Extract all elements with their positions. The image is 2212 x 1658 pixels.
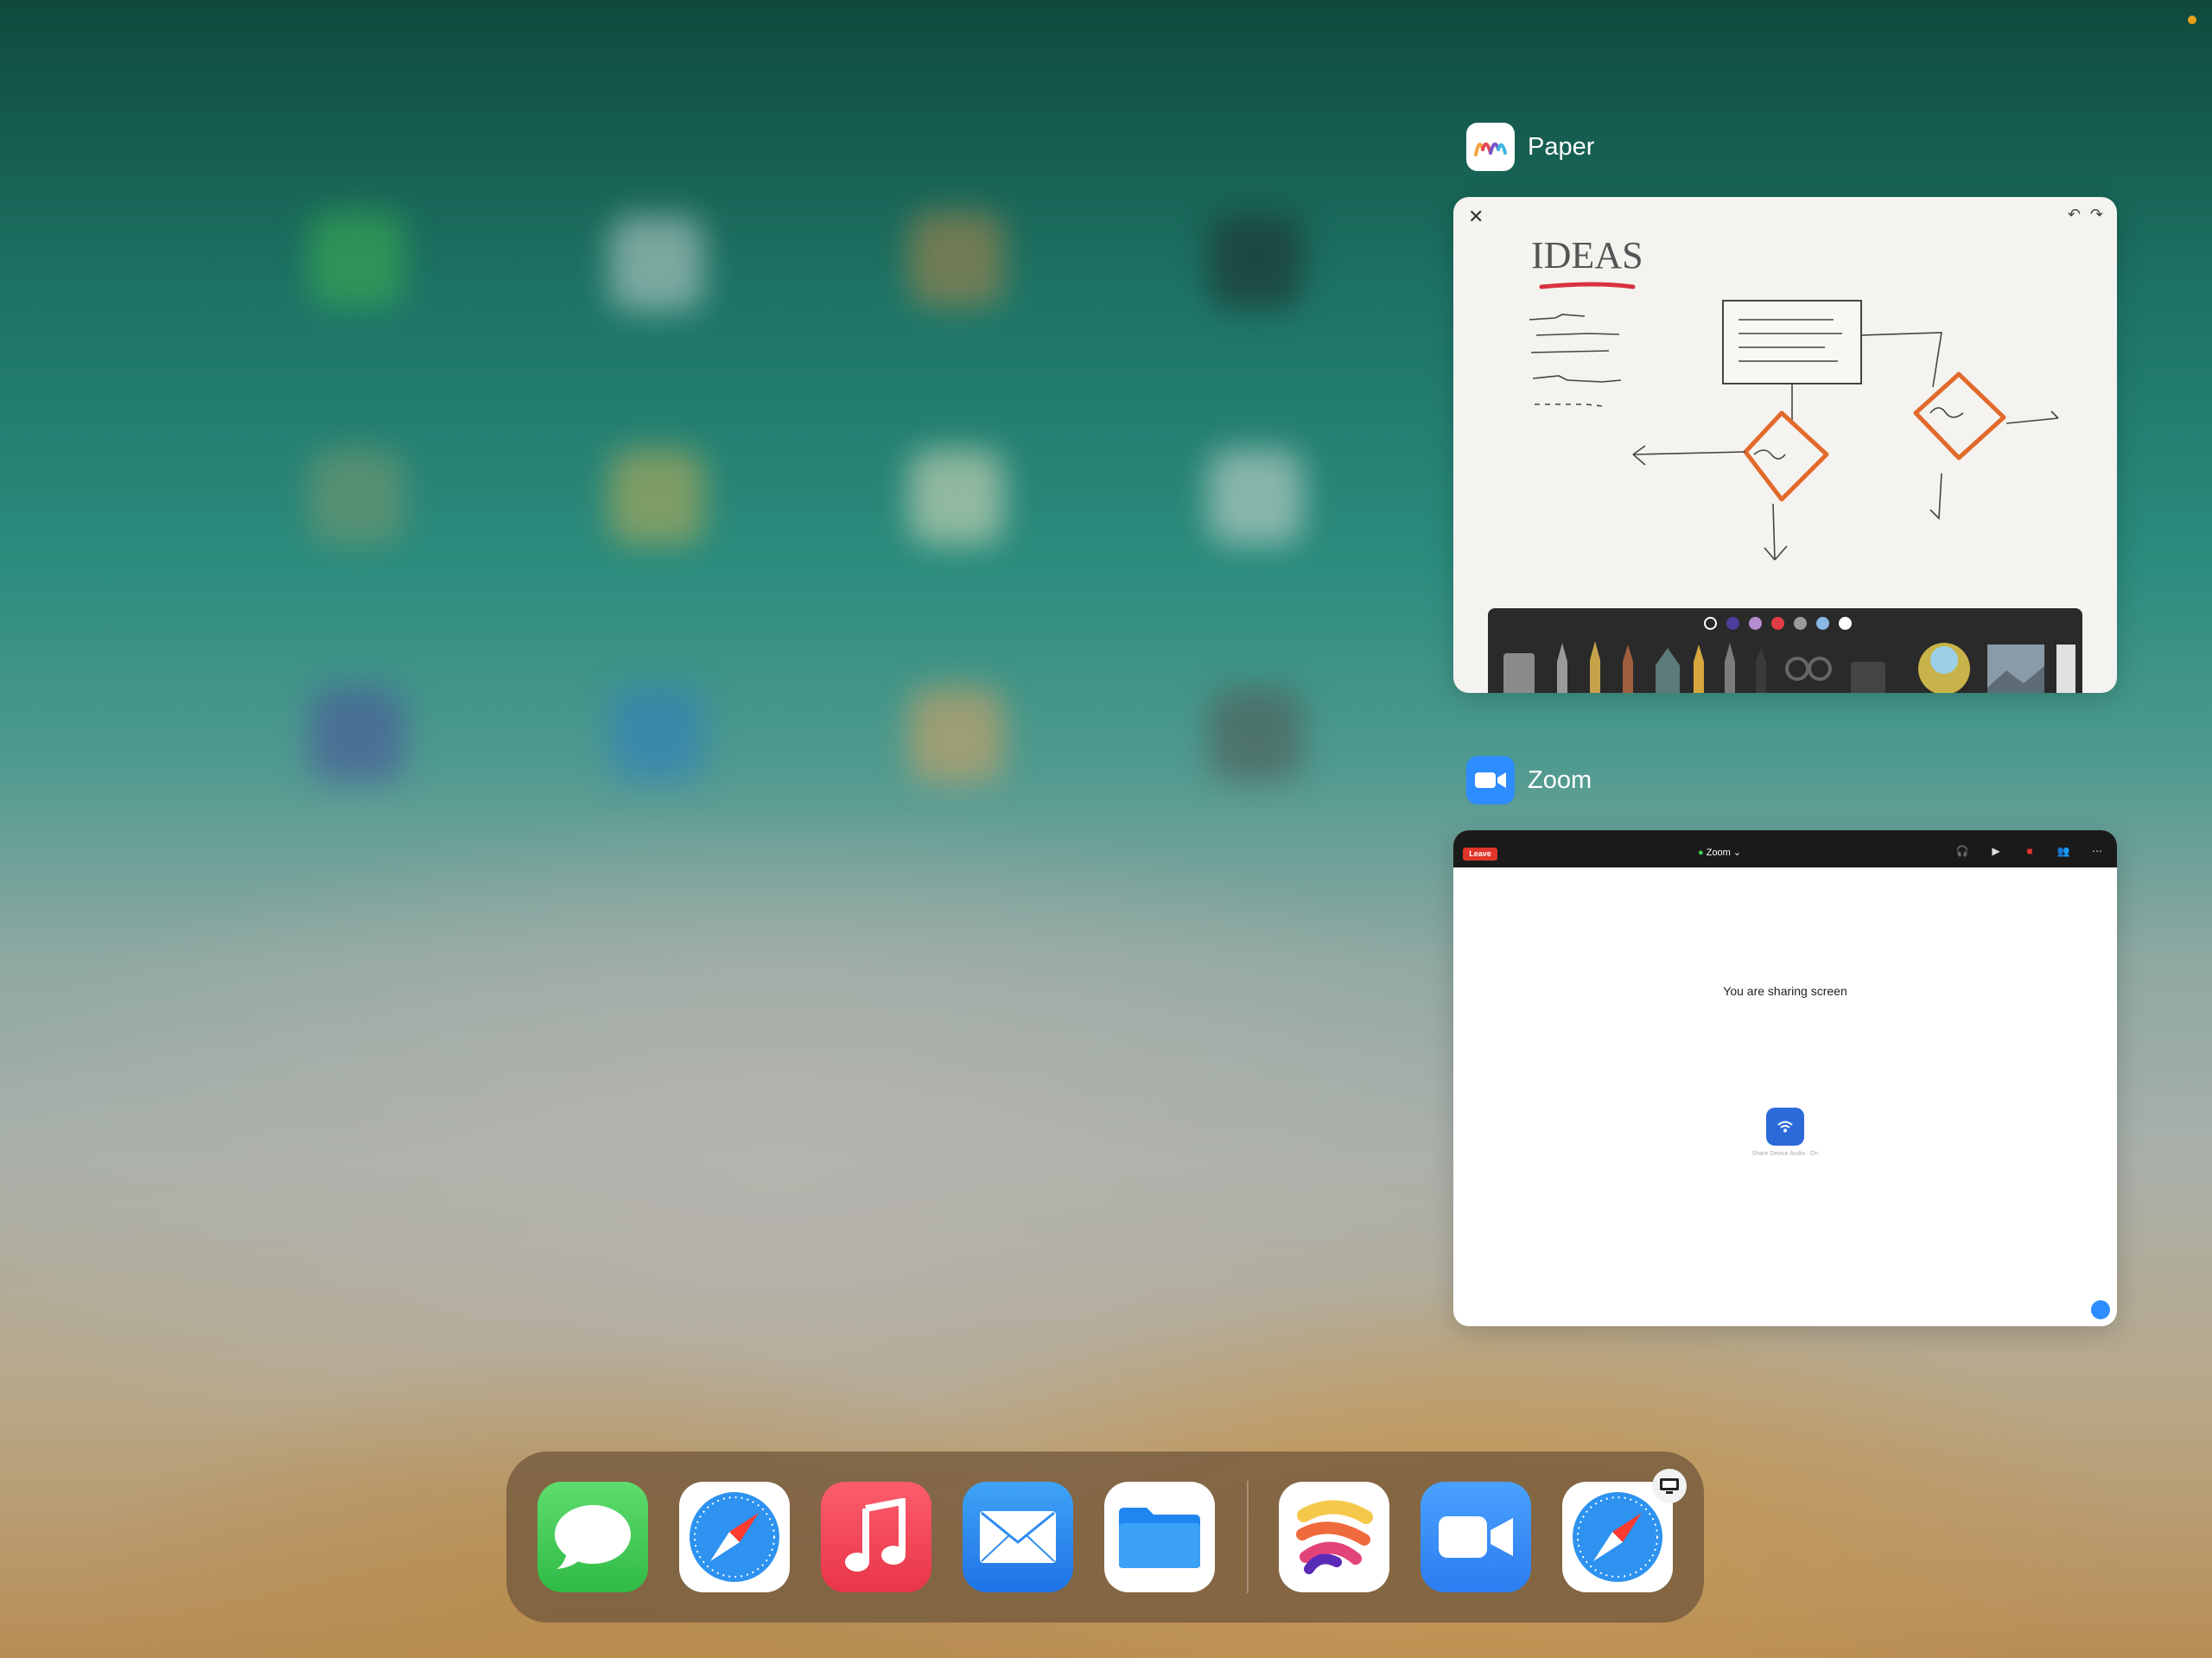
sharing-status-text: You are sharing screen <box>1723 984 1847 998</box>
arrow-down <box>1764 503 1788 561</box>
paper-icon[interactable] <box>1279 1482 1389 1592</box>
zoom-app-card[interactable]: Leave ● Zoom ⌄ 🎧 ▶ ■ 👥 ⋯ You are sharing… <box>1453 830 2117 1326</box>
fountain-pen-tool <box>1590 641 1600 693</box>
paper-app-name: Paper <box>1528 132 1595 161</box>
scissors-tool <box>1785 657 1809 681</box>
participants-icon[interactable]: 👥 <box>2054 845 2073 857</box>
blurred-home-icon <box>609 687 704 782</box>
connector-line <box>1860 332 1942 388</box>
share-audio-label: Share Device Audio : On <box>1751 1151 1819 1157</box>
paper-tool-palette[interactable] <box>1488 608 2082 693</box>
pen-tool <box>1694 645 1704 693</box>
paper-app-header[interactable]: Paper <box>1466 123 1594 171</box>
dock <box>506 1452 1704 1623</box>
music-icon[interactable] <box>821 1482 931 1592</box>
ideas-heading-text: IDEAS <box>1531 234 1643 276</box>
brush-tool <box>1656 648 1680 693</box>
ideas-underline <box>1539 282 1636 289</box>
blurred-home-icon <box>609 449 704 544</box>
video-thumbnail-icon[interactable] <box>2091 1300 2110 1319</box>
blurred-home-icon <box>909 687 1004 782</box>
zoom-meeting-title[interactable]: ● Zoom ⌄ <box>1698 847 1741 858</box>
chevron-down-icon: ⌄ <box>1732 848 1742 858</box>
blurred-home-icon <box>909 212 1004 307</box>
arrow-down-right <box>1929 473 1942 520</box>
paper-sketch-canvas: IDEAS <box>1529 234 2059 561</box>
zoom-app-icon <box>1466 756 1515 804</box>
arrow-left <box>1632 445 1746 466</box>
sketch-box <box>1722 300 1862 384</box>
dock-divider <box>1247 1481 1249 1593</box>
leave-button[interactable]: Leave <box>1463 848 1497 861</box>
scribble-line <box>1535 403 1603 407</box>
blurred-home-icon <box>309 212 404 307</box>
eraser-tool <box>1503 653 1535 693</box>
marker-tool <box>1623 645 1633 693</box>
messages-icon[interactable] <box>537 1482 648 1592</box>
blurred-home-icon <box>1208 214 1303 309</box>
scribble-line <box>1532 375 1622 383</box>
ruler-tool <box>1851 662 1885 693</box>
files-icon[interactable] <box>1104 1482 1215 1592</box>
status-indicator-dot <box>2188 16 2196 24</box>
blurred-home-icon <box>1208 687 1303 782</box>
blurred-home-icon <box>609 216 704 311</box>
orange-diamond-left <box>1743 410 1829 502</box>
desktop-icon <box>1652 1469 1687 1503</box>
zoom-top-bar: Leave ● Zoom ⌄ 🎧 ▶ ■ 👥 ⋯ <box>1453 830 2117 867</box>
start-video-icon[interactable]: ▶ <box>1986 845 2005 857</box>
drawing-tools-row[interactable] <box>1488 636 2082 693</box>
join-audio-icon[interactable]: 🎧 <box>1953 845 1972 857</box>
color-swatch[interactable] <box>1749 617 1762 630</box>
paper-app-icon <box>1466 123 1515 171</box>
more-icon[interactable]: ⋯ <box>2088 845 2107 857</box>
calligraphy-tool <box>1756 648 1766 693</box>
ink-tool <box>1725 643 1735 693</box>
zoom-icon[interactable] <box>1421 1482 1531 1592</box>
text-tool <box>2056 645 2075 693</box>
color-swatch[interactable] <box>1816 617 1829 630</box>
blurred-home-icon <box>309 449 404 544</box>
share-audio-button[interactable] <box>1766 1108 1804 1146</box>
scribble-line <box>1535 333 1620 336</box>
blurred-home-icon <box>909 449 1004 544</box>
arrow-right <box>2005 410 2059 424</box>
diamond-scribble <box>1929 407 1964 418</box>
safari-icon[interactable] <box>1562 1482 1673 1592</box>
stop-share-icon[interactable]: ■ <box>2020 845 2039 857</box>
color-swatch[interactable] <box>1771 617 1784 630</box>
connection-dot-icon: ● <box>1698 848 1704 858</box>
blurred-home-icon <box>1208 449 1303 544</box>
blurred-home-icon <box>309 687 404 782</box>
paper-app-card[interactable]: ✕ ↶ ↷ IDEAS <box>1453 197 2117 693</box>
color-swatch[interactable] <box>1839 617 1852 630</box>
color-swatch[interactable] <box>1704 617 1717 630</box>
scribble-line <box>1529 314 1586 321</box>
mail-icon[interactable] <box>963 1482 1073 1592</box>
zoom-app-name: Zoom <box>1528 765 1592 794</box>
pencil-tool <box>1557 643 1567 693</box>
wifi-icon <box>1777 1121 1793 1133</box>
zoom-app-header[interactable]: Zoom <box>1466 756 1592 804</box>
scribble-line <box>1530 350 1610 353</box>
diamond-scribble <box>1753 449 1786 460</box>
color-swatch[interactable] <box>1794 617 1807 630</box>
safari-icon[interactable] <box>679 1482 790 1592</box>
color-swatch[interactable] <box>1726 617 1739 630</box>
